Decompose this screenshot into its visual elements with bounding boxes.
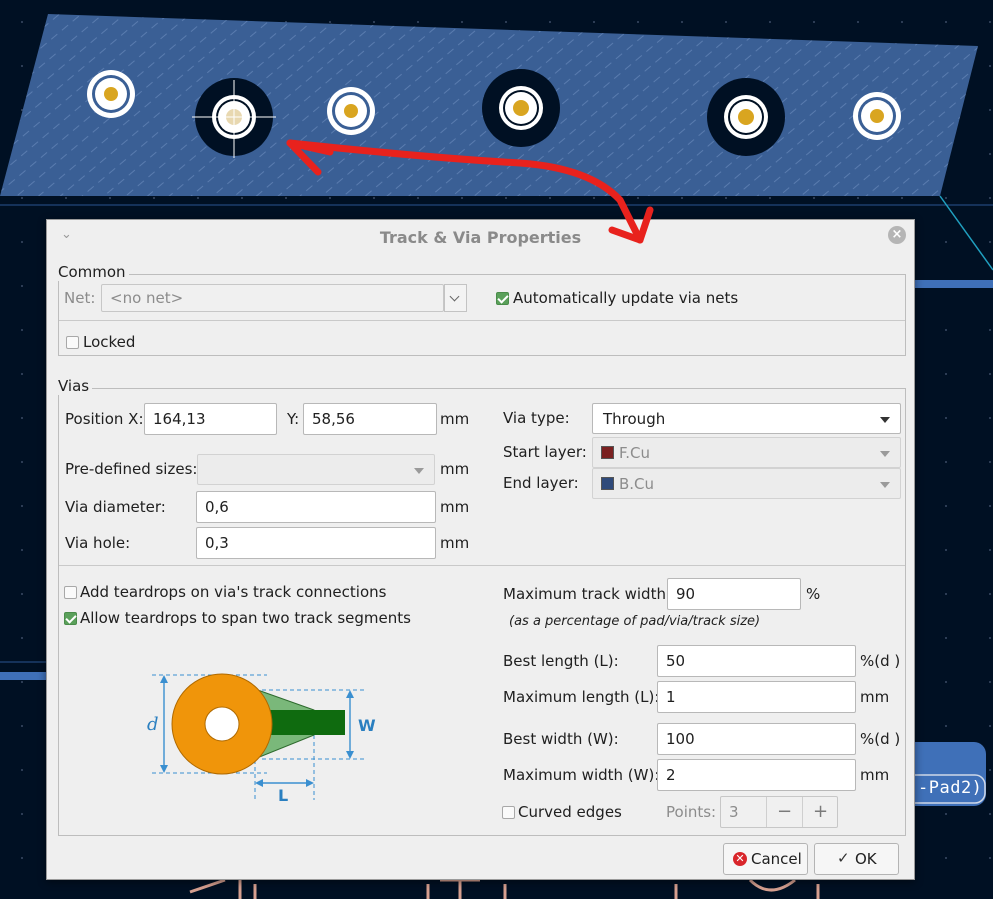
- position-unit-label: mm: [440, 410, 470, 428]
- max-track-width-unit: %: [806, 585, 821, 603]
- via-type-select[interactable]: Through: [592, 403, 901, 434]
- best-length-label: Best length (L):: [503, 652, 619, 670]
- dialog-title: Track & Via Properties: [379, 228, 582, 247]
- best-length-input[interactable]: 50: [657, 645, 856, 677]
- predefined-unit-label: mm: [440, 460, 470, 478]
- span-two-segments-label[interactable]: Allow teardrops to span two track segmen…: [80, 609, 411, 627]
- predefined-sizes-select[interactable]: [197, 454, 435, 485]
- teardrop-diagram: d W L: [147, 673, 376, 805]
- add-teardrops-label[interactable]: Add teardrops on via's track connections: [80, 583, 386, 601]
- f-cu-color-swatch: [601, 446, 614, 459]
- curved-edges-checkbox[interactable]: [502, 806, 515, 819]
- best-width-unit: %(d ): [860, 730, 901, 748]
- max-width-label: Maximum width (W):: [503, 766, 660, 784]
- cancel-icon: ✕: [733, 852, 747, 866]
- ok-button[interactable]: ✓ OK: [814, 843, 899, 875]
- diagram-d-label: d: [147, 714, 159, 735]
- points-spinner[interactable]: 3 − +: [720, 796, 838, 828]
- predefined-sizes-label: Pre-defined sizes:: [65, 460, 198, 478]
- max-track-width-input[interactable]: 90: [667, 578, 801, 610]
- max-width-unit: mm: [860, 766, 890, 784]
- points-value: 3: [729, 803, 739, 821]
- end-layer-label: End layer:: [503, 474, 579, 492]
- max-length-unit: mm: [860, 688, 890, 706]
- via-hole-label: Via hole:: [65, 534, 131, 552]
- via-diameter-input[interactable]: 0,6: [196, 491, 436, 523]
- pad2-label: -Pad2): [918, 778, 983, 798]
- close-icon[interactable]: ×: [888, 226, 906, 244]
- curved-edges-label[interactable]: Curved edges: [518, 803, 622, 821]
- start-layer-label: Start layer:: [503, 443, 587, 461]
- span-two-segments-checkbox[interactable]: [64, 612, 77, 625]
- end-layer-select[interactable]: B.Cu: [592, 468, 901, 499]
- position-x-label: Position X:: [65, 410, 144, 428]
- max-width-input[interactable]: 2: [657, 759, 856, 791]
- via-diameter-unit: mm: [440, 498, 470, 516]
- position-y-label: Y:: [287, 410, 300, 428]
- vias-group-title: Vias: [58, 377, 93, 395]
- cancel-label: Cancel: [751, 850, 802, 868]
- best-width-label: Best width (W):: [503, 730, 619, 748]
- ok-label: OK: [855, 850, 877, 868]
- max-track-width-label: Maximum track width:: [503, 585, 672, 603]
- common-group-title: Common: [58, 263, 129, 281]
- track-via-properties-dialog: ⌄ Track & Via Properties × Common Net: <…: [46, 219, 915, 880]
- add-teardrops-checkbox[interactable]: [64, 586, 77, 599]
- via-diameter-label: Via diameter:: [65, 498, 166, 516]
- dialog-titlebar[interactable]: ⌄ Track & Via Properties ×: [47, 220, 914, 254]
- position-x-input[interactable]: 164,13: [144, 403, 277, 435]
- points-increment-button[interactable]: +: [802, 797, 837, 827]
- points-label: Points:: [666, 803, 717, 821]
- via-type-label: Via type:: [503, 409, 570, 427]
- locked-label[interactable]: Locked: [83, 333, 135, 351]
- best-width-input[interactable]: 100: [657, 723, 856, 755]
- cancel-button[interactable]: ✕ Cancel: [723, 843, 808, 875]
- locked-checkbox[interactable]: [66, 336, 79, 349]
- max-length-input[interactable]: 1: [657, 681, 856, 713]
- via-hole-unit: mm: [440, 534, 470, 552]
- b-cu-color-swatch: [601, 477, 614, 490]
- points-decrement-button[interactable]: −: [766, 797, 802, 827]
- net-label: Net:: [64, 289, 96, 307]
- via-hole-input[interactable]: 0,3: [196, 527, 436, 559]
- position-y-input[interactable]: 58,56: [303, 403, 437, 435]
- max-track-width-note: (as a percentage of pad/via/track size): [509, 614, 761, 629]
- common-separator: [59, 320, 905, 321]
- auto-update-label[interactable]: Automatically update via nets: [513, 289, 738, 307]
- net-dropdown-button[interactable]: [444, 284, 467, 312]
- max-length-label: Maximum length (L):: [503, 688, 660, 706]
- net-field[interactable]: <no net>: [101, 284, 444, 312]
- teardrop-separator: [59, 565, 905, 566]
- auto-update-checkbox[interactable]: [496, 292, 509, 305]
- diagram-w-label: W: [358, 716, 376, 735]
- check-icon: ✓: [837, 849, 850, 867]
- best-length-unit: %(d ): [860, 652, 901, 670]
- start-layer-select[interactable]: F.Cu: [592, 437, 901, 468]
- diagram-l-label: L: [278, 786, 288, 805]
